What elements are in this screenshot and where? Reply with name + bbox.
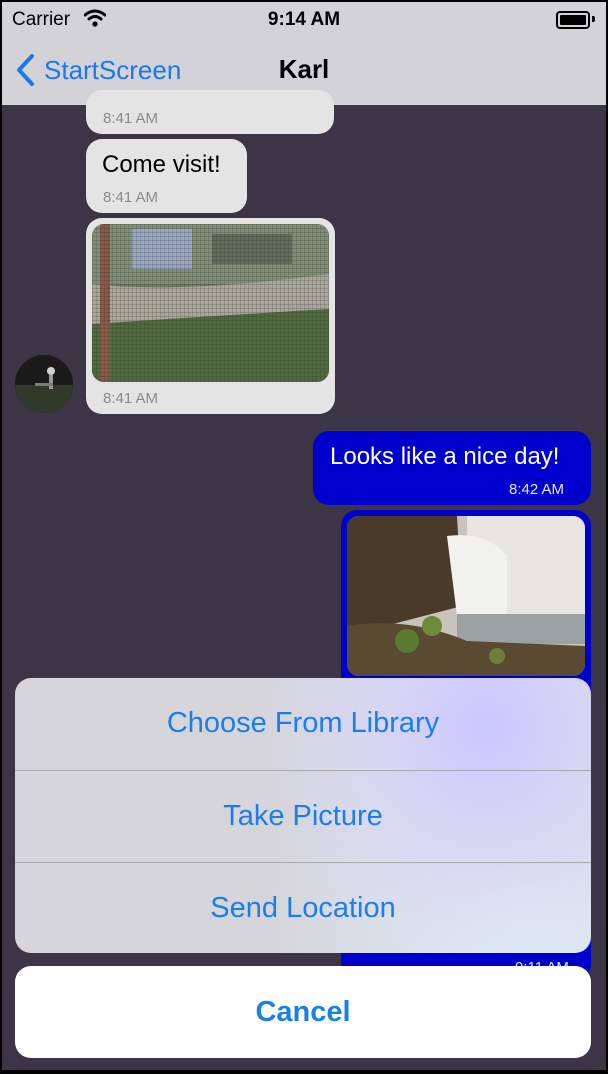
chevron-left-icon xyxy=(17,54,34,86)
message-timestamp: 8:41 AM xyxy=(103,110,159,127)
message-timestamp: 8:41 AM xyxy=(103,189,159,206)
message-photo[interactable] xyxy=(92,224,329,382)
photo-waterfall xyxy=(347,516,585,676)
cancel-button[interactable]: Cancel xyxy=(15,966,591,1058)
message-text: Looks like a nice day! xyxy=(330,443,560,470)
message-bubble-incoming-image[interactable]: 8:41 AM xyxy=(86,218,335,414)
message-timestamp: 8:41 AM xyxy=(103,390,159,407)
back-button[interactable]: StartScreen xyxy=(14,52,181,88)
chat-screen: Carrier 9:14 AM StartScreen Karl 8:41 AM… xyxy=(2,2,606,1070)
photo-yard xyxy=(92,224,329,382)
message-bubble-outgoing[interactable]: Looks like a nice day! 8:42 AM xyxy=(313,431,591,505)
battery-icon xyxy=(556,11,590,29)
send-location-button[interactable]: Send Location xyxy=(15,863,591,953)
back-button-label: StartScreen xyxy=(44,54,182,85)
message-bubble-incoming[interactable]: Come visit! 8:41 AM xyxy=(86,139,247,213)
message-photo[interactable] xyxy=(347,516,585,676)
clock-label: 9:14 AM xyxy=(267,9,341,30)
message-text: Come visit! xyxy=(102,151,221,178)
message-timestamp: 8:42 AM xyxy=(509,481,565,498)
battery-nub xyxy=(592,16,595,22)
choose-from-library-button[interactable]: Choose From Library xyxy=(15,678,591,769)
action-sheet: Choose From Library Take Picture Send Lo… xyxy=(15,678,591,953)
avatar-image xyxy=(15,355,73,413)
message-bubble-incoming[interactable]: 8:41 AM xyxy=(86,90,334,134)
avatar[interactable] xyxy=(15,355,73,413)
status-bar: Carrier 9:14 AM xyxy=(2,2,606,38)
take-picture-button[interactable]: Take Picture xyxy=(15,771,591,862)
